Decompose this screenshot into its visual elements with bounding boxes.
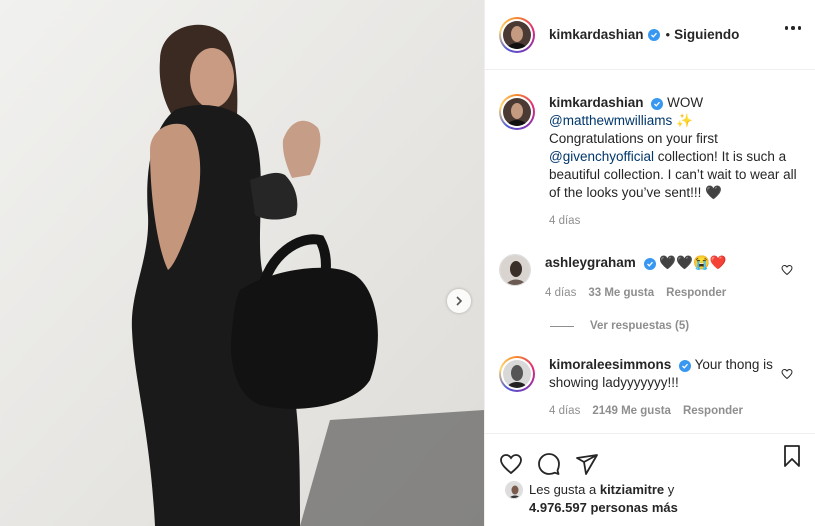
more-options-icon[interactable]: [784, 26, 801, 30]
author-avatar[interactable]: [499, 16, 535, 53]
avatar-image: [500, 255, 530, 285]
comment: ashleygraham 🖤🖤😭❤️ 4 días 33 Me gusta Re…: [499, 254, 795, 302]
post-header: kimkardashian • Siguiendo: [485, 0, 815, 70]
caption-text-2: Congratulations on your first: [549, 131, 718, 146]
bookmark-icon[interactable]: [780, 444, 804, 468]
comment-username[interactable]: ashleygraham: [545, 255, 636, 270]
liker-username[interactable]: kitziamitre: [600, 482, 664, 497]
following-button[interactable]: Siguiendo: [674, 27, 739, 42]
comment-meta: 4 días 2149 Me gusta Responder: [549, 402, 799, 420]
reply-button[interactable]: Responder: [666, 284, 726, 302]
avatar-image: [503, 98, 531, 126]
author-username[interactable]: kimkardashian: [549, 27, 644, 42]
follow-separator: •: [665, 27, 671, 42]
comment-like-heart-icon[interactable]: [781, 368, 793, 380]
comment-username[interactable]: kimoraleesimmons: [549, 357, 671, 372]
comment-icon[interactable]: [537, 452, 561, 476]
next-photo-button[interactable]: [447, 289, 471, 313]
comment-text: 🖤🖤😭❤️: [659, 255, 727, 270]
avatar-image: [503, 360, 531, 388]
heart-icon[interactable]: [499, 452, 523, 476]
view-replies-button[interactable]: Ver respuestas (5): [550, 320, 689, 332]
comment: kimoraleesimmons Your thong is showing l…: [499, 356, 799, 420]
comment-body: ashleygraham 🖤🖤😭❤️ 4 días 33 Me gusta Re…: [545, 254, 795, 302]
post-sidebar: kimkardashian • Siguiendo kimkardashian …: [484, 0, 815, 526]
sparkle-emoji: ✨: [676, 113, 693, 128]
share-icon[interactable]: [575, 452, 599, 476]
comment-meta: 4 días 33 Me gusta Responder: [545, 284, 795, 302]
caption-text-1: WOW: [667, 95, 704, 110]
likes-summary: Les gusta a kitziamitre y 4.976.597 pers…: [505, 481, 678, 517]
reply-button[interactable]: Responder: [683, 402, 743, 420]
avatar-image: [506, 482, 522, 498]
avatar-image: [503, 20, 531, 49]
likes-prefix: Les gusta a: [529, 482, 597, 497]
verified-icon: [679, 360, 692, 372]
comment-likes[interactable]: 2149 Me gusta: [592, 402, 671, 420]
comment-time[interactable]: 4 días: [545, 284, 576, 302]
comment-body: kimoraleesimmons Your thong is showing l…: [549, 356, 799, 420]
comment-likes[interactable]: 33 Me gusta: [588, 284, 654, 302]
verified-icon: [643, 258, 656, 270]
caption-time[interactable]: 4 días: [549, 212, 580, 230]
caption-username[interactable]: kimkardashian: [549, 95, 644, 110]
comment-like-heart-icon[interactable]: [781, 264, 793, 276]
mention-link[interactable]: @matthewmwilliams: [549, 113, 672, 128]
chevron-right-icon: [456, 296, 463, 306]
post-image: [0, 0, 484, 526]
verified-icon: [651, 98, 664, 110]
verified-icon: [647, 28, 660, 41]
liker-avatar[interactable]: [505, 481, 523, 499]
post-photo[interactable]: [0, 0, 484, 526]
post-actions: [485, 433, 815, 483]
caption-meta: 4 días: [549, 212, 799, 230]
likes-count[interactable]: 4.976.597 personas más: [529, 500, 678, 515]
likes-and: y: [667, 482, 675, 497]
commenter-avatar[interactable]: [499, 254, 531, 286]
commenter-avatar[interactable]: [499, 356, 535, 392]
caption-avatar[interactable]: [499, 94, 535, 130]
mention-link[interactable]: @givenchyofficial: [549, 149, 654, 164]
comment-time[interactable]: 4 días: [549, 402, 580, 420]
post-caption: kimkardashian WOW @matthewmwilliams ✨ Co…: [499, 94, 799, 230]
caption-body: kimkardashian WOW @matthewmwilliams ✨ Co…: [549, 94, 799, 230]
